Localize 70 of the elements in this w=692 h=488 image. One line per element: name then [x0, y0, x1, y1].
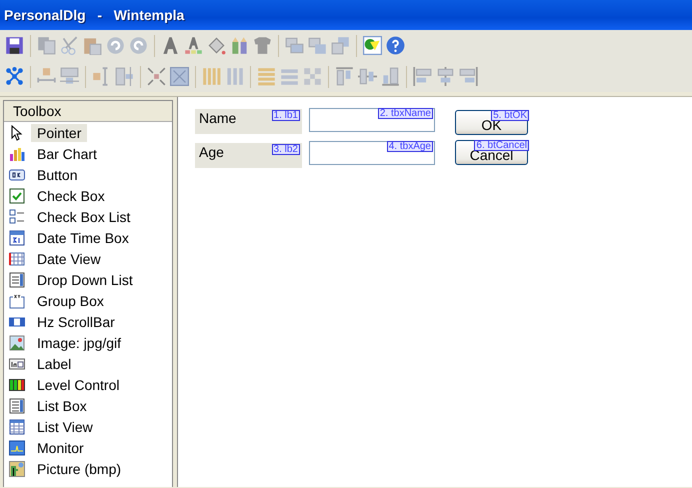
control-id-tooltip: 2. tbxName — [378, 108, 433, 119]
undo-icon[interactable] — [106, 36, 125, 55]
copy-icon[interactable] — [37, 36, 56, 55]
align-middle-icon[interactable] — [358, 67, 377, 86]
control-id-tooltip: 4. tbxAge — [386, 141, 433, 152]
pencils-icon[interactable] — [230, 36, 249, 55]
toolbox-item[interactable]: Check Box — [31, 186, 111, 204]
scissors-icon[interactable] — [60, 36, 79, 55]
save-icon[interactable] — [5, 36, 24, 55]
list-box-icon — [9, 398, 25, 414]
align-top-icon[interactable] — [335, 67, 354, 86]
rows-thin-icon[interactable] — [280, 67, 299, 86]
toolbox-item[interactable]: List View — [31, 418, 99, 436]
shirt-icon[interactable] — [253, 36, 272, 55]
calendar-icon — [9, 230, 25, 246]
checkbox-icon — [9, 188, 25, 204]
picture-icon — [9, 460, 25, 476]
grid-icon[interactable] — [303, 67, 322, 86]
image-icon — [9, 334, 25, 350]
toolbox-item[interactable]: Bar Chart — [31, 144, 103, 162]
calendar-grid-icon — [9, 250, 25, 266]
control-id-tooltip: 5. btOK — [491, 110, 529, 121]
window-title: PersonalDlg - Wintempla — [4, 7, 184, 23]
bring-front-icon[interactable] — [308, 36, 327, 55]
columns-thin-icon[interactable] — [225, 67, 244, 86]
toolbox-item[interactable]: Image: jpg/gif — [31, 334, 128, 352]
toolbox-item[interactable]: Label — [31, 354, 78, 372]
toolbox-item[interactable]: Hz ScrollBar — [31, 312, 121, 330]
font-color-icon[interactable] — [184, 36, 203, 55]
align-right-icon[interactable] — [459, 67, 478, 86]
toolbox-item[interactable]: Check Box List — [31, 208, 136, 226]
shrink-icon[interactable] — [147, 67, 166, 86]
align-left-icon[interactable] — [413, 67, 432, 86]
align-bottom-icon[interactable] — [381, 67, 400, 86]
toolbox-item[interactable]: Button — [31, 166, 84, 184]
redo-icon[interactable] — [129, 36, 148, 55]
toolbox-header: Toolbox — [4, 101, 172, 122]
control-id-tooltip: 3. lb2 — [272, 144, 300, 155]
rows-icon[interactable] — [257, 67, 276, 86]
pointer-icon — [9, 124, 25, 140]
send-back-icon[interactable] — [331, 36, 350, 55]
toolbox-item[interactable]: Group Box — [31, 292, 110, 310]
label-icon — [9, 356, 25, 372]
list-view-icon — [9, 418, 25, 434]
group-box-icon — [9, 292, 25, 308]
checklist-icon — [9, 208, 25, 224]
align-center-icon[interactable] — [436, 67, 455, 86]
space-horizontal-icon[interactable] — [60, 67, 79, 86]
expand-icon[interactable] — [170, 67, 189, 86]
monitor-icon — [9, 440, 25, 456]
level-meter-icon — [9, 376, 25, 392]
font-icon[interactable] — [161, 36, 180, 55]
space-vertical-icon[interactable] — [115, 67, 134, 86]
overlap-icon[interactable] — [285, 36, 304, 55]
ok-button-icon — [9, 166, 25, 182]
toolbox-item[interactable]: Pointer — [31, 124, 88, 142]
paste-icon[interactable] — [83, 36, 102, 55]
toolbox-item[interactable]: Picture (bmp) — [31, 460, 128, 478]
bar-chart-icon — [9, 146, 25, 162]
toolbox-item[interactable]: Level Control — [31, 376, 126, 394]
dropdown-list-icon — [9, 272, 25, 288]
columns-icon[interactable] — [202, 67, 221, 86]
toolbox-item[interactable]: Date View — [31, 250, 107, 268]
toolbox-item[interactable]: Date Time Box — [31, 228, 135, 246]
control-id-tooltip: 1. lb1 — [272, 110, 300, 121]
toolbox-item[interactable]: Monitor — [31, 438, 90, 456]
toolbox-item[interactable]: Drop Down List — [31, 270, 139, 288]
toolbox-item[interactable]: List Box — [31, 396, 93, 414]
help-icon[interactable] — [386, 36, 405, 55]
control-id-tooltip: 6. btCancel — [474, 140, 529, 151]
